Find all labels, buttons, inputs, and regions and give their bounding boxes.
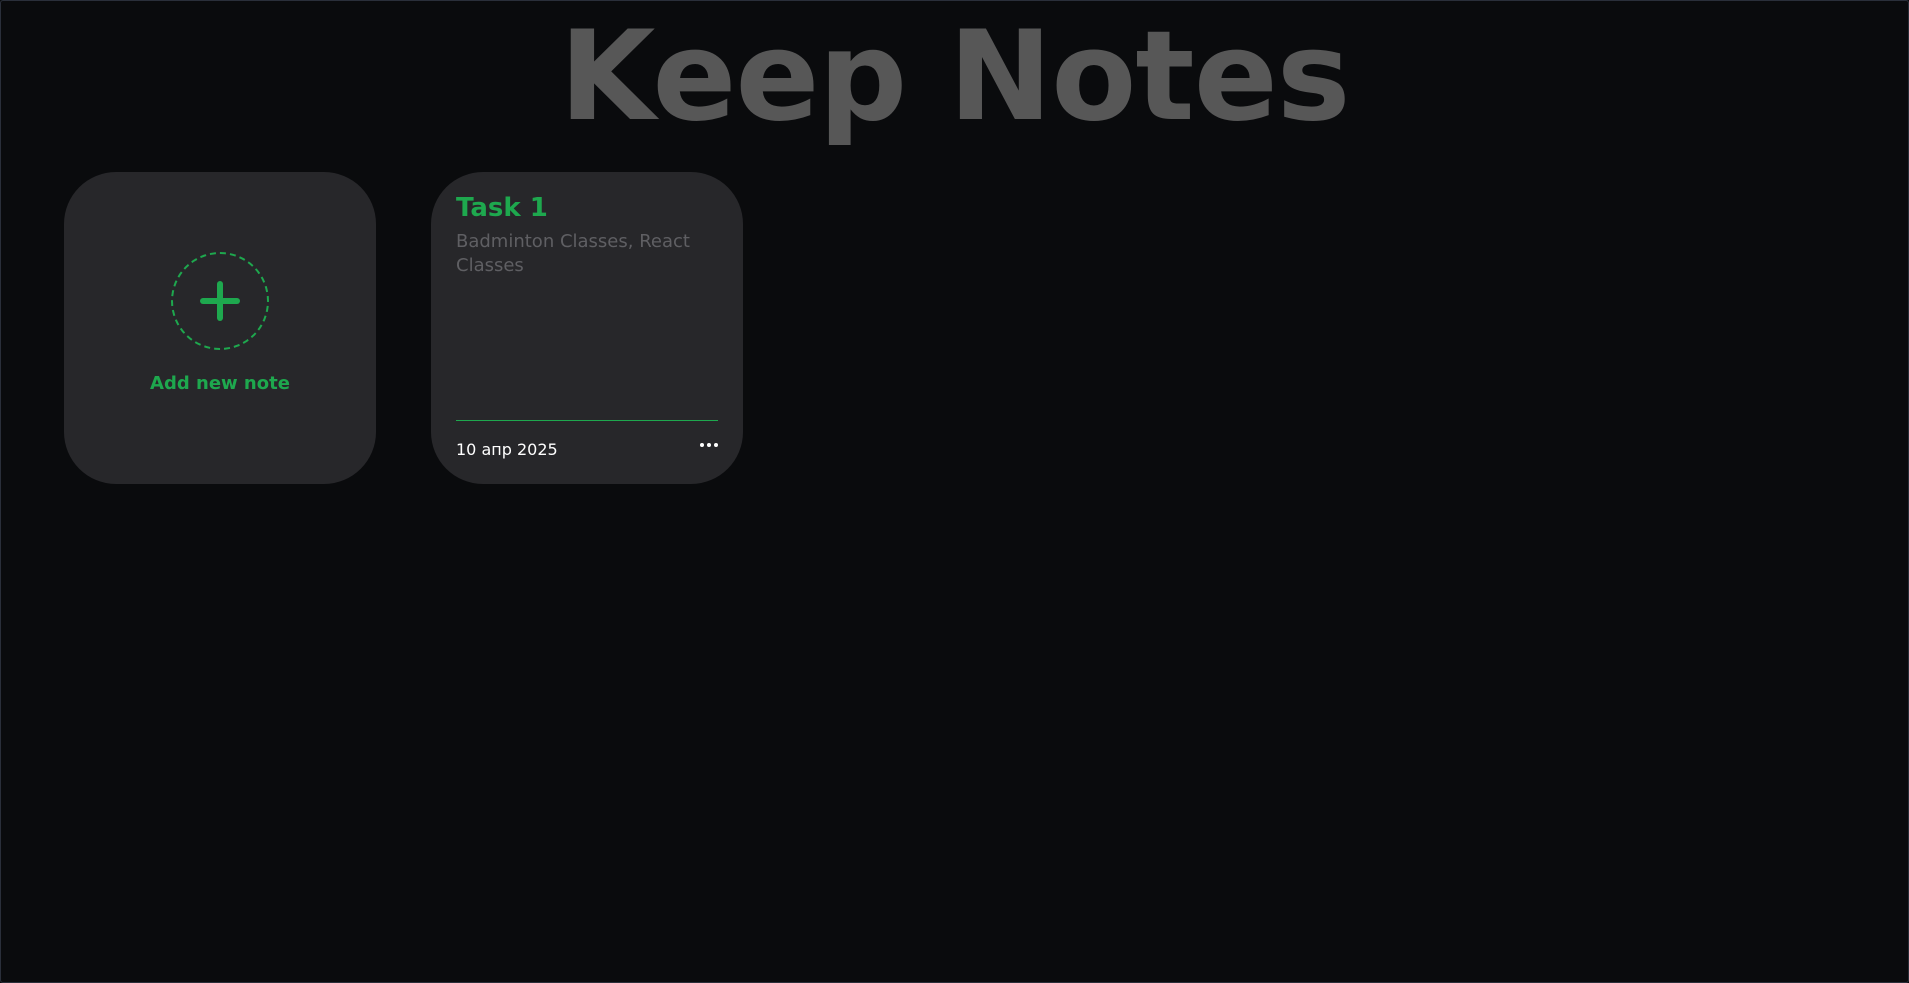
app-window: Keep Notes Add new note Task 1 Badminton… — [0, 0, 1909, 983]
note-card[interactable]: Task 1 Badminton Classes, React Classes … — [431, 172, 743, 484]
plus-icon-vertical — [217, 281, 223, 321]
more-dot — [714, 443, 718, 447]
note-title: Task 1 — [456, 193, 548, 223]
note-body: Badminton Classes, React Classes — [456, 231, 690, 276]
add-note-card[interactable]: Add new note — [64, 172, 376, 484]
add-note-label: Add new note — [150, 373, 290, 394]
more-dot — [707, 443, 711, 447]
page-title: Keep Notes — [559, 5, 1350, 149]
plus-icon[interactable] — [171, 252, 269, 350]
note-divider — [456, 420, 718, 421]
note-date: 10 апр 2025 — [456, 440, 558, 459]
more-horizontal-icon[interactable] — [700, 440, 718, 450]
more-dot — [700, 443, 704, 447]
